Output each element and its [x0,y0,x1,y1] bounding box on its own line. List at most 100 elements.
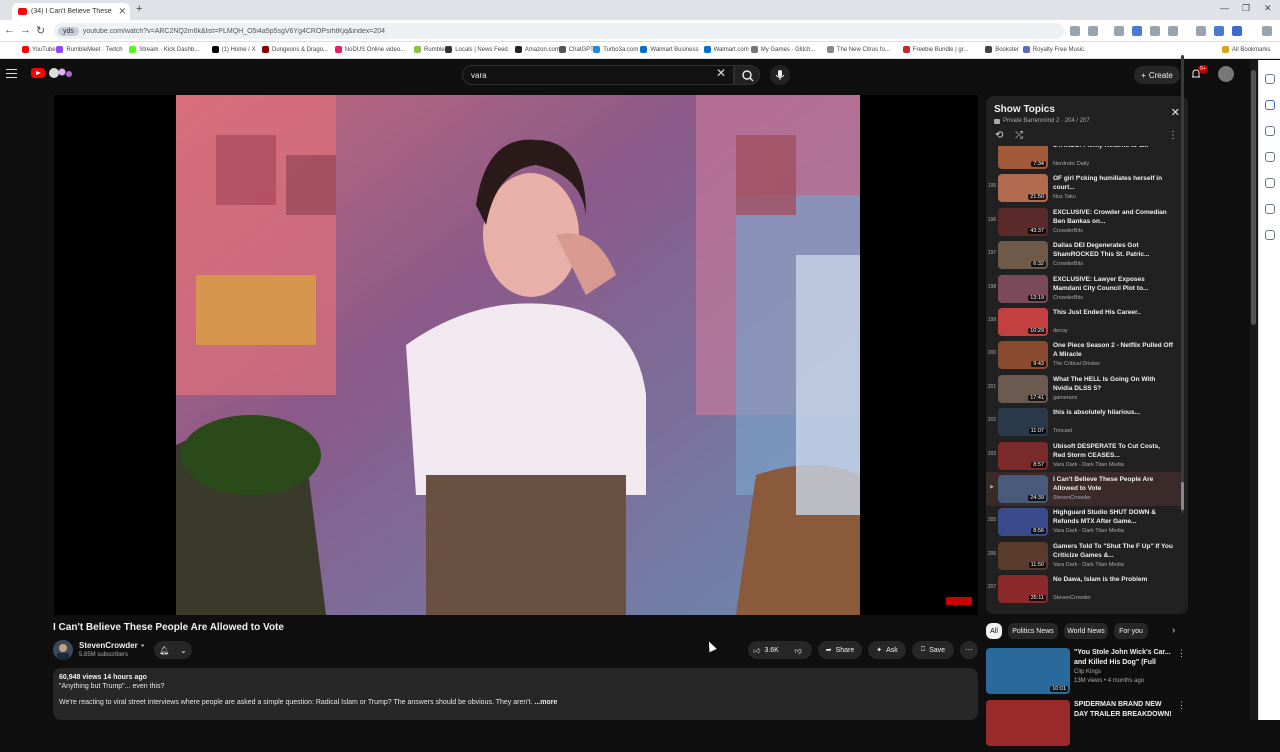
playlist-item[interactable]: 199 10:29 This Just Ended His Career.. deco… [986,305,1182,339]
more-actions-button[interactable]: ⋯ [960,641,978,659]
playlist-item-thumbnail[interactable]: 11:07 [998,408,1048,437]
playlist-item[interactable]: 206 11:50 Gamers Told To "Shut The F Up" I… [986,539,1182,573]
history-icon[interactable] [1265,126,1275,136]
playlist-item[interactable]: 203 8:57 Ubisoft DESPERATE To Cut Costs, R… [986,439,1182,473]
bookmark-item[interactable]: Locals | News Feed [445,46,508,53]
playlist-item[interactable]: 200 9:43 One Piece Season 2 - Netflix Pull… [986,338,1182,372]
recommendation-item[interactable]: SPIDERMAN BRAND NEW DAY TRAILER BREAKDOW… [986,700,1186,752]
page-scrollbar-thumb[interactable] [1251,70,1256,325]
bookmark-item[interactable]: ChatGPT [558,46,594,53]
playlist-item[interactable]: 205 8:56 Highguard Studio SHUT DOWN & Refu… [986,505,1182,539]
cast-icon[interactable] [1070,26,1080,36]
extension-icon[interactable] [1114,26,1124,36]
youtube-logo-icon[interactable] [31,68,45,78]
bookmark-item[interactable]: Dungeons & Drago... [262,46,328,53]
extension-icon[interactable] [1168,26,1178,36]
playlist-item-thumbnail[interactable]: 21:50 [998,174,1048,203]
chip-politics-news[interactable]: Politics News [1008,623,1058,639]
back-icon[interactable]: ← [4,24,15,36]
profile-icon[interactable] [1232,26,1242,36]
subscription-notifications-button[interactable]: 🔔︎ ⌄ [154,641,192,659]
playlist-item[interactable]: 195 21:50 OF girl f*cking humiliates herse… [986,171,1182,205]
recommendation-item[interactable]: 10:01 "You Stole John Wick's Car... and K… [986,648,1186,700]
playlist-item[interactable]: 196 43:37 EXCLUSIVE: Crowder and Comedian … [986,205,1182,239]
playlist-item-thumbnail[interactable]: 24:39 [998,475,1048,503]
playlist-item[interactable]: 197 6:32 Dallas DEI Degenerates Got ShamRO… [986,238,1182,272]
chip-world-news[interactable]: World News [1064,623,1108,639]
chip-all[interactable]: All [986,623,1002,639]
bookmark-item[interactable]: Royalty Free Music [1022,46,1084,53]
create-button[interactable]: + Create [1134,66,1180,84]
close-tab-icon[interactable]: ✕ [118,6,126,17]
share-button[interactable]: ➦ Share [818,641,862,659]
bookmark-item[interactable]: Rumble [414,46,445,53]
voice-search-button[interactable] [770,65,790,85]
playlist-item-thumbnail[interactable]: 10:29 [998,308,1048,336]
playlist-item[interactable]: 207 35:11 No Dawa, Islam is the Problem Ste… [986,572,1182,606]
tag-icon[interactable] [1265,178,1275,188]
bookmark-item[interactable]: Walmart.com [703,46,749,53]
playlist-item-thumbnail[interactable]: 35:11 [998,575,1048,604]
video-player[interactable] [54,95,978,615]
playlist-item-thumbnail[interactable]: 13:19 [998,274,1048,303]
playlist-item[interactable]: ▶ 24:39 I Can't Believe These People Are A… [986,472,1182,506]
bookmark-star-icon[interactable] [1088,26,1098,36]
playlist-item[interactable]: 201 17:41 What The HELL Is Going On With N… [986,372,1182,406]
channel-avatar[interactable] [53,640,73,660]
close-window-icon[interactable]: ✕ [1264,3,1272,14]
bookmark-item[interactable]: Bookster [985,46,1019,53]
bookmark-item[interactable]: Turbo3a.com [593,46,638,53]
bookmark-item[interactable]: Walmart Business [640,46,699,53]
playlist-item-thumbnail[interactable]: 43:37 [998,207,1048,236]
recommendation-thumbnail[interactable] [986,700,1070,746]
account-avatar[interactable] [1218,66,1234,82]
forward-icon[interactable]: → [20,24,31,36]
more-vertical-icon[interactable]: ⋮ [1168,130,1178,141]
playlist-item-thumbnail[interactable]: 8:56 [998,508,1048,537]
gamepad-icon[interactable] [1265,204,1275,214]
chevron-right-icon[interactable]: › [1172,625,1175,636]
ask-button[interactable]: ✦ Ask [868,641,906,659]
reload-icon[interactable]: ↻ [36,24,45,37]
bookmark-item[interactable]: RumbleMeet · Twitch [56,46,123,53]
more-vertical-icon[interactable]: ⋮ [1177,648,1186,659]
bookmark-item[interactable]: The New Citrus fo... [826,46,890,53]
extension-icon[interactable] [1196,26,1206,36]
playlist-item-thumbnail[interactable]: 7:34 [998,146,1048,169]
reading-list-icon[interactable] [1265,100,1275,110]
loop-icon[interactable]: ⟲ [995,130,1003,141]
bookmark-item[interactable]: YouTube [22,46,56,53]
bookmark-item[interactable]: Stream · Kick Dashb... [129,46,199,53]
new-tab-icon[interactable]: + [136,3,142,15]
bookmark-item[interactable]: Freebie Bundle | gr... [902,46,968,53]
site-info-chip[interactable]: yds [58,26,79,36]
bookmark-item[interactable]: NoDUS Online video... [334,46,405,53]
playlist-title[interactable]: Show Topics [994,104,1055,115]
playlist-item-thumbnail[interactable]: 9:43 [998,341,1048,370]
shuffle-icon[interactable]: ⤮ [1015,130,1023,141]
browser-tab[interactable]: (34) I Can't Believe These P... ✕ [12,3,130,20]
bookmark-item[interactable]: (1) Home / X [211,46,256,53]
extension-icon[interactable] [1214,26,1224,36]
more-vertical-icon[interactable]: ⋮ [1177,700,1186,711]
dislike-button[interactable]: 👎︎ [784,641,812,659]
playlist-scrollbar[interactable] [1181,55,1184,513]
notes-icon[interactable] [1265,152,1275,162]
recommendation-thumbnail[interactable]: 10:01 [986,648,1070,694]
playlist-item[interactable]: 198 13:19 EXCLUSIVE: Lawyer Exposes Mamdan… [986,272,1182,306]
maximize-icon[interactable]: ❐ [1242,3,1250,14]
clear-search-icon[interactable]: ✕ [716,66,726,80]
address-bar[interactable]: yds youtube.com/watch?v=ARC2NQ2m6k&list=… [54,23,1064,39]
minimize-icon[interactable]: — [1220,3,1229,13]
playlist-item[interactable]: 7:34 STANDS: Plenty Returns to d... Nerdro… [986,146,1182,172]
tools-icon[interactable] [1265,230,1275,240]
playlist-item-thumbnail[interactable]: 17:41 [998,374,1048,403]
more-link[interactable]: ...more [534,699,557,706]
all-bookmarks-folder[interactable]: All Bookmarks [1222,46,1270,53]
search-button[interactable] [734,65,760,85]
save-button[interactable]: ⎕ Save [912,641,954,659]
like-button[interactable]: 👍︎ 3.6K [748,641,784,659]
extension-icon[interactable] [1150,26,1160,36]
search-panel-icon[interactable] [1265,74,1275,84]
playlist-item[interactable]: 202 11:07 this is absolutely hilarious... T… [986,405,1182,439]
